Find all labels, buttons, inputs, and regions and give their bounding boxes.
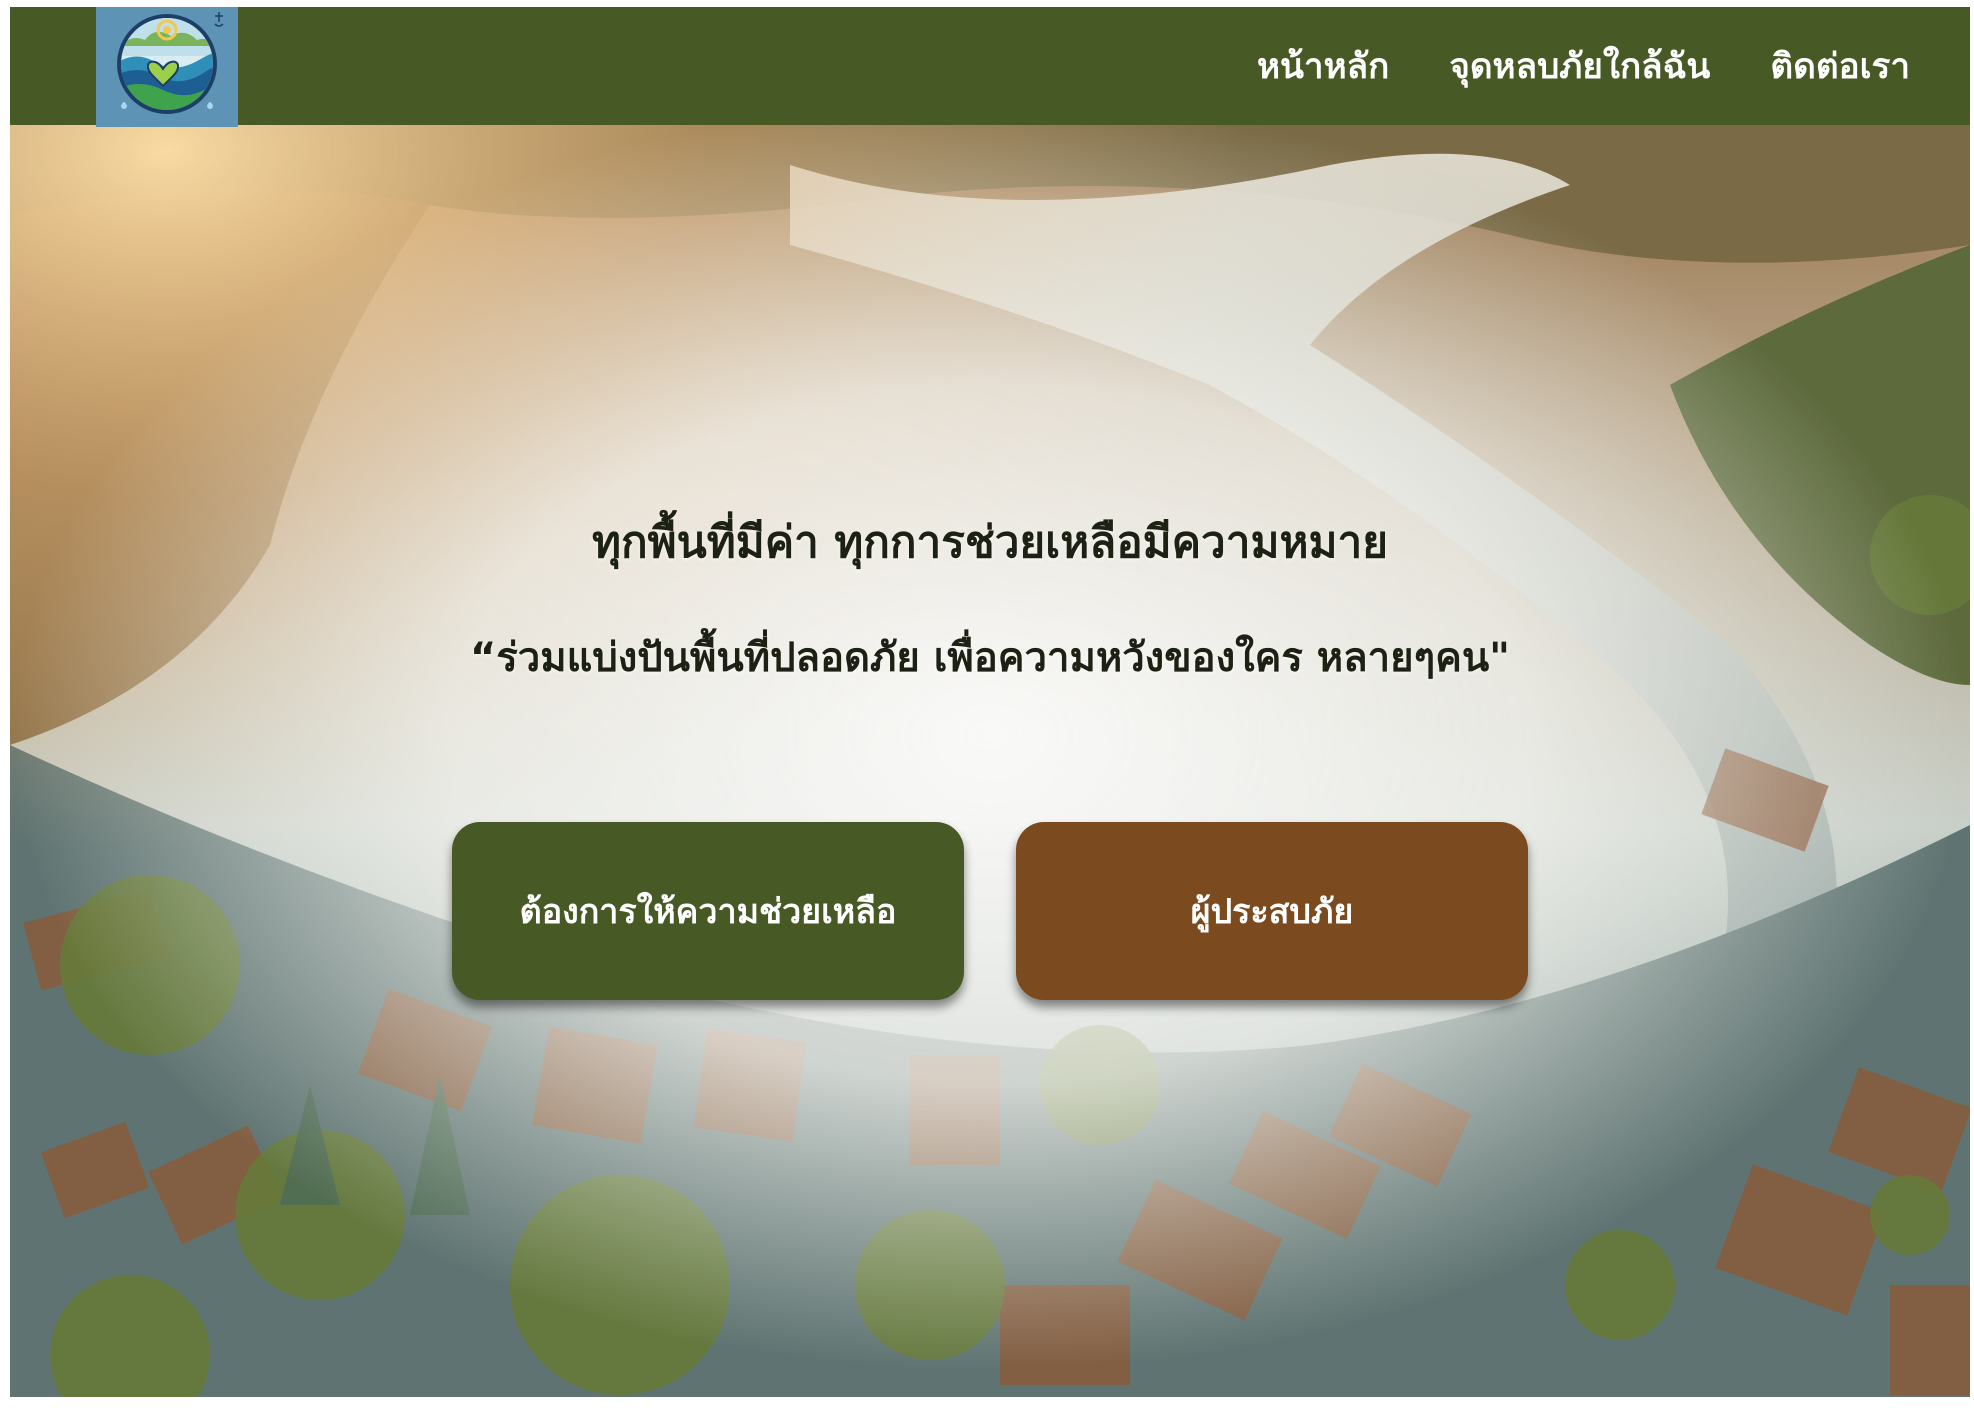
nav-link-contact[interactable]: ติดต่อเรา bbox=[1770, 39, 1910, 94]
app-window: หน้าหลัก จุดหลบภัยใกล้ฉัน ติดต่อเรา ทุกพ… bbox=[10, 7, 1970, 1397]
logo-emblem-icon bbox=[117, 12, 224, 114]
hero-section: ทุกพื้นที่มีค่า ทุกการช่วยเหลือมีความหมา… bbox=[10, 125, 1970, 1397]
hero-subtitle: “ร่วมแบ่งปันพื้นที่ปลอดภัย เพื่อความหวัง… bbox=[469, 635, 1511, 681]
disaster-victim-button[interactable]: ผู้ประสบภัย bbox=[1016, 822, 1528, 1000]
nav-link-home[interactable]: หน้าหลัก bbox=[1257, 39, 1389, 94]
flooded-town-aerial-image bbox=[10, 125, 1970, 1397]
main-nav: หน้าหลัก จุดหลบภัยใกล้ฉัน ติดต่อเรา bbox=[1257, 7, 1910, 125]
hero-title: ทุกพื้นที่มีค่า ทุกการช่วยเหลือมีความหมา… bbox=[592, 517, 1388, 568]
site-logo[interactable] bbox=[96, 7, 238, 127]
offer-help-button[interactable]: ต้องการให้ความช่วยเหลือ bbox=[452, 822, 964, 1000]
top-navbar: หน้าหลัก จุดหลบภัยใกล้ฉัน ติดต่อเรา bbox=[10, 7, 1970, 127]
nav-link-nearby-shelters[interactable]: จุดหลบภัยใกล้ฉัน bbox=[1449, 39, 1710, 94]
